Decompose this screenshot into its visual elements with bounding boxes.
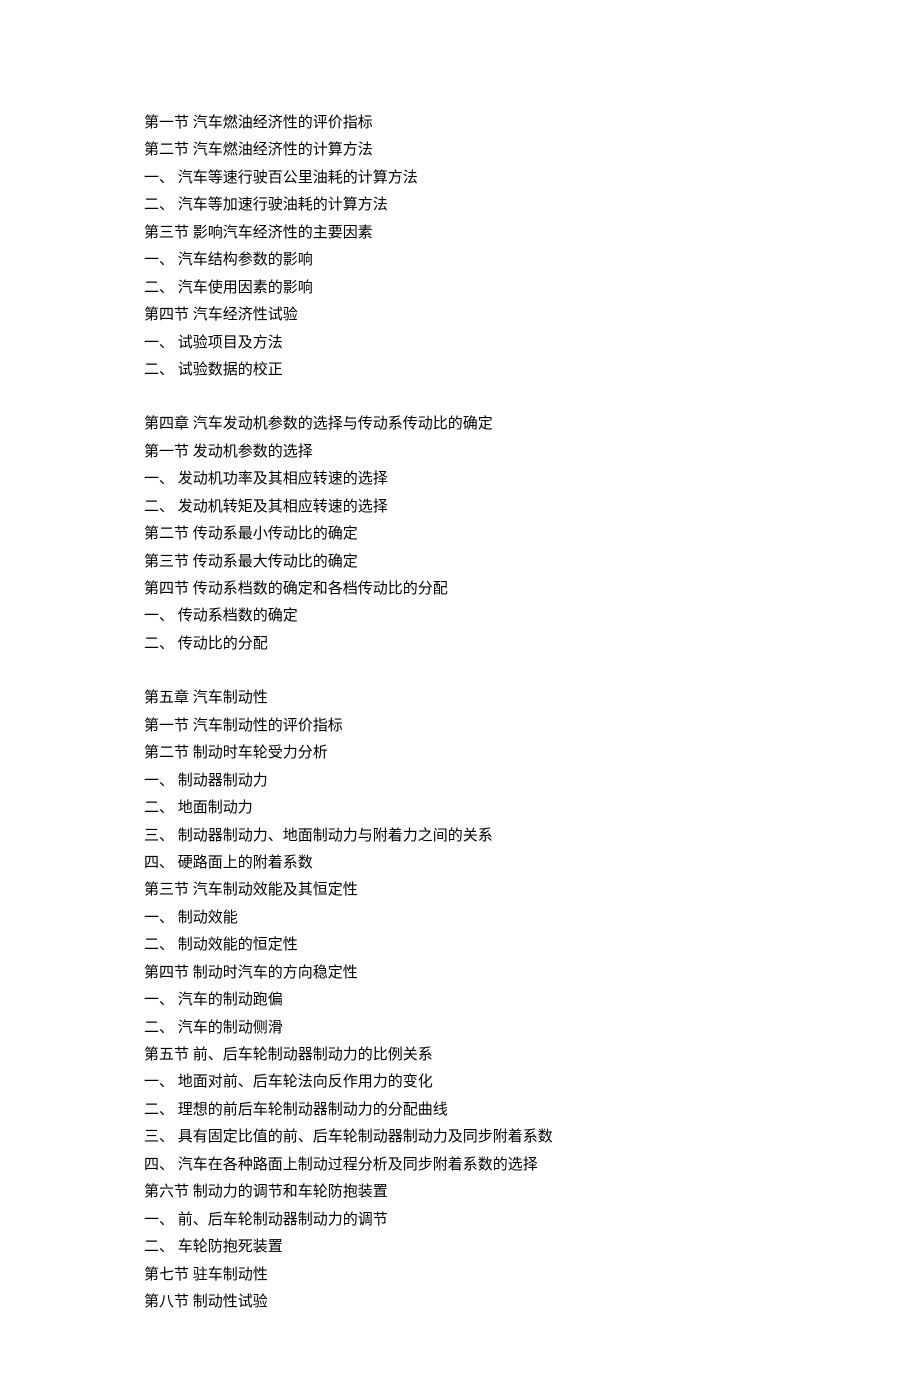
toc-line: 一、 地面对前、后车轮法向反作用力的变化	[144, 1069, 776, 1096]
toc-line: 第四章 汽车发动机参数的选择与传动系传动比的确定	[144, 411, 776, 438]
toc-line: 第三节 传动系最大传动比的确定	[144, 549, 776, 576]
toc-line: 第一节 汽车制动性的评价指标	[144, 713, 776, 740]
toc-line: 第三节 汽车制动效能及其恒定性	[144, 877, 776, 904]
toc-line: 二、 汽车使用因素的影响	[144, 275, 776, 302]
toc-line: 二、 传动比的分配	[144, 631, 776, 658]
toc-line: 一、 试验项目及方法	[144, 330, 776, 357]
toc-line: 三、 制动器制动力、地面制动力与附着力之间的关系	[144, 823, 776, 850]
blank-line	[144, 384, 776, 411]
toc-line: 二、 发动机转矩及其相应转速的选择	[144, 494, 776, 521]
toc-line: 一、 制动器制动力	[144, 768, 776, 795]
toc-line: 第三节 影响汽车经济性的主要因素	[144, 220, 776, 247]
toc-line: 第八节 制动性试验	[144, 1289, 776, 1316]
blank-line	[144, 658, 776, 685]
toc-line: 二、 制动效能的恒定性	[144, 932, 776, 959]
toc-line: 第四节 制动时汽车的方向稳定性	[144, 960, 776, 987]
toc-line: 第一节 汽车燃油经济性的评价指标	[144, 110, 776, 137]
toc-line: 第四节 汽车经济性试验	[144, 302, 776, 329]
toc-line: 第六节 制动力的调节和车轮防抱装置	[144, 1179, 776, 1206]
toc-line: 第二节 传动系最小传动比的确定	[144, 521, 776, 548]
toc-line: 一、 传动系档数的确定	[144, 603, 776, 630]
toc-line: 四、 汽车在各种路面上制动过程分析及同步附着系数的选择	[144, 1152, 776, 1179]
toc-line: 一、 制动效能	[144, 905, 776, 932]
toc-line: 二、 试验数据的校正	[144, 357, 776, 384]
toc-line: 第四节 传动系档数的确定和各档传动比的分配	[144, 576, 776, 603]
toc-line: 第一节 发动机参数的选择	[144, 439, 776, 466]
toc-line: 三、 具有固定比值的前、后车轮制动器制动力及同步附着系数	[144, 1124, 776, 1151]
toc-line: 四、 硬路面上的附着系数	[144, 850, 776, 877]
toc-line: 二、 汽车的制动侧滑	[144, 1015, 776, 1042]
toc-line: 一、 前、后车轮制动器制动力的调节	[144, 1207, 776, 1234]
toc-line: 二、 汽车等加速行驶油耗的计算方法	[144, 192, 776, 219]
toc-line: 第二节 制动时车轮受力分析	[144, 740, 776, 767]
toc-content: 第一节 汽车燃油经济性的评价指标第二节 汽车燃油经济性的计算方法一、 汽车等速行…	[144, 110, 776, 1316]
toc-line: 二、 车轮防抱死装置	[144, 1234, 776, 1261]
toc-line: 二、 地面制动力	[144, 795, 776, 822]
toc-line: 一、 发动机功率及其相应转速的选择	[144, 466, 776, 493]
toc-line: 一、 汽车的制动跑偏	[144, 987, 776, 1014]
toc-line: 一、 汽车结构参数的影响	[144, 247, 776, 274]
toc-line: 第五章 汽车制动性	[144, 685, 776, 712]
toc-line: 第五节 前、后车轮制动器制动力的比例关系	[144, 1042, 776, 1069]
toc-line: 二、 理想的前后车轮制动器制动力的分配曲线	[144, 1097, 776, 1124]
toc-line: 第七节 驻车制动性	[144, 1262, 776, 1289]
toc-line: 一、 汽车等速行驶百公里油耗的计算方法	[144, 165, 776, 192]
toc-line: 第二节 汽车燃油经济性的计算方法	[144, 137, 776, 164]
